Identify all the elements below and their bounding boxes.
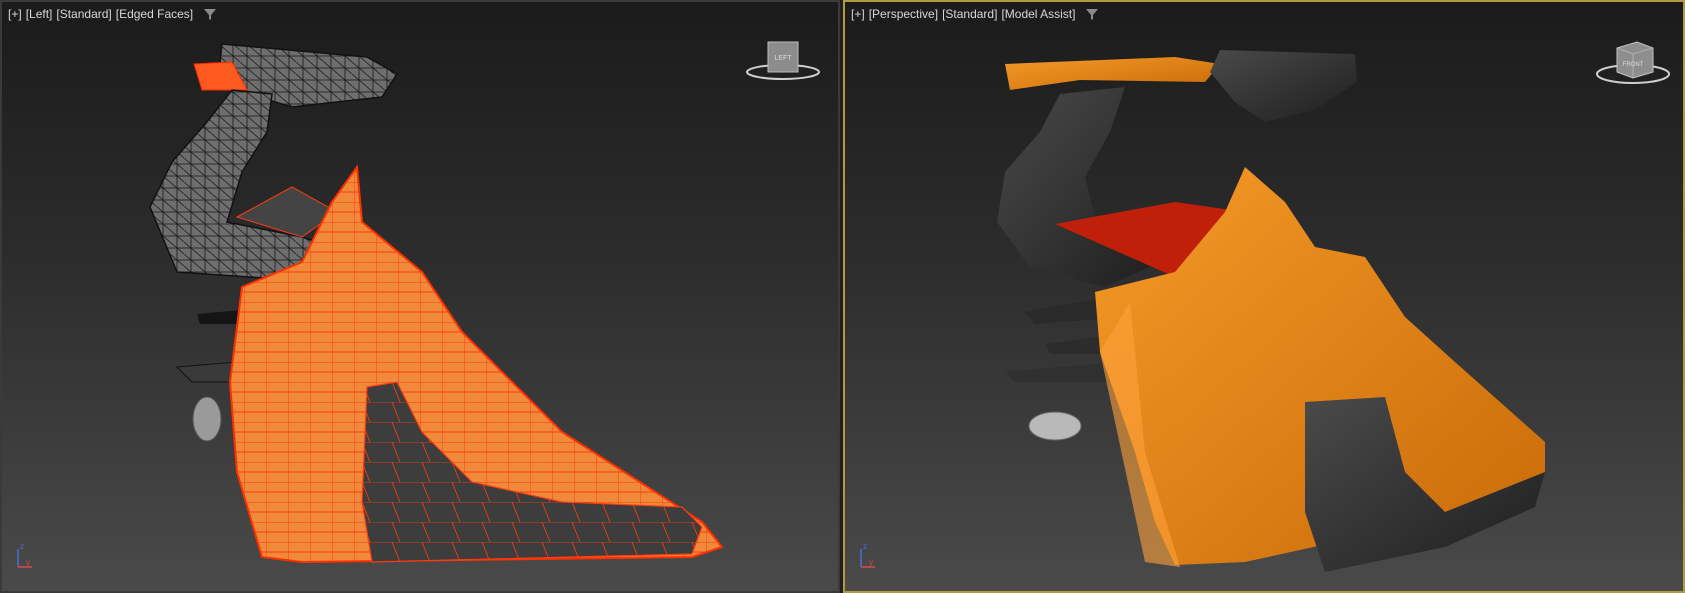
scene-left-wireframe[interactable] xyxy=(2,2,840,593)
scene-perspective-shaded[interactable] xyxy=(845,2,1685,593)
viewport-layout: [+] [Left] [Standard] [Edged Faces] LEFT… xyxy=(0,0,1685,593)
svg-text:z: z xyxy=(863,542,867,551)
viewport-point-of-view[interactable]: [Left] xyxy=(26,7,53,21)
viewcube-face-label: LEFT xyxy=(774,55,792,62)
viewcube-left[interactable]: LEFT xyxy=(744,40,822,82)
viewcube-perspective[interactable]: FRONT xyxy=(1593,38,1673,88)
funnel-filter-icon[interactable] xyxy=(203,7,217,21)
viewport-perspective[interactable]: [+] [Perspective] [Standard] [Model Assi… xyxy=(843,0,1685,593)
svg-text:z: z xyxy=(20,542,24,551)
viewport-left-label[interactable]: [+] [Left] [Standard] [Edged Faces] xyxy=(8,7,217,21)
svg-text:y: y xyxy=(869,558,873,567)
axis-tripod-icon: z y xyxy=(17,542,32,568)
axis-tripod-icon: z y xyxy=(860,542,875,568)
viewcube-face-label: FRONT xyxy=(1623,62,1644,68)
viewport-left[interactable]: [+] [Left] [Standard] [Edged Faces] LEFT… xyxy=(0,0,840,593)
viewport-shading[interactable]: [Standard] xyxy=(942,7,997,21)
viewport-menu-plus[interactable]: [+] xyxy=(851,7,865,21)
viewport-display-mode[interactable]: [Model Assist] xyxy=(1001,7,1075,21)
svg-text:y: y xyxy=(26,558,30,567)
viewport-shading[interactable]: [Standard] xyxy=(56,7,111,21)
viewport-menu-plus[interactable]: [+] xyxy=(8,7,22,21)
viewport-point-of-view[interactable]: [Perspective] xyxy=(869,7,938,21)
viewport-perspective-label[interactable]: [+] [Perspective] [Standard] [Model Assi… xyxy=(851,7,1099,21)
funnel-filter-icon[interactable] xyxy=(1085,7,1099,21)
viewport-display-mode[interactable]: [Edged Faces] xyxy=(116,7,193,21)
